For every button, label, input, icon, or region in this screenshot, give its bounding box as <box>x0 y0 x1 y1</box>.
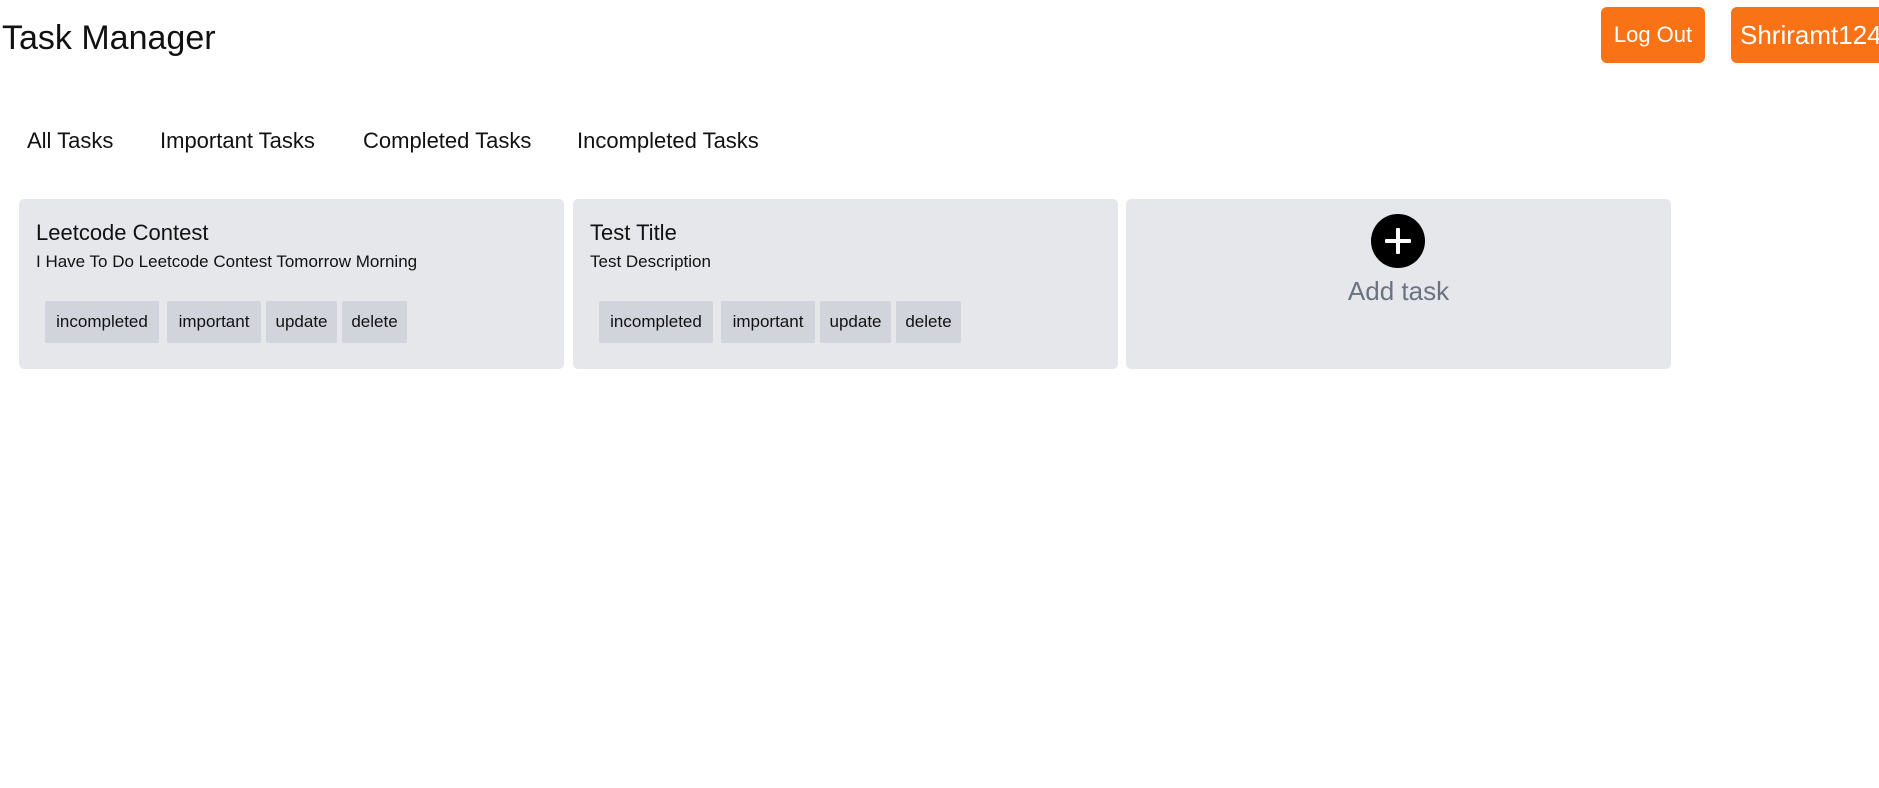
update-button[interactable]: update <box>820 301 891 343</box>
task-card: Leetcode Contest I Have To Do Leetcode C… <box>19 199 564 369</box>
task-description: Test Description <box>590 252 711 271</box>
plus-circle-icon[interactable] <box>1371 214 1425 268</box>
delete-button[interactable]: delete <box>896 301 961 343</box>
tab-incompleted-tasks[interactable]: Incompleted Tasks <box>577 125 759 157</box>
delete-button[interactable]: delete <box>342 301 407 343</box>
tab-completed-tasks[interactable]: Completed Tasks <box>363 125 531 157</box>
app-title: Task Manager <box>2 19 216 57</box>
status-toggle-button[interactable]: incompleted <box>599 301 713 343</box>
logout-button[interactable]: Log Out <box>1601 7 1705 63</box>
task-title: Test Title <box>590 220 677 245</box>
important-button[interactable]: important <box>167 301 261 343</box>
status-toggle-button[interactable]: incompleted <box>45 301 159 343</box>
task-description: I Have To Do Leetcode Contest Tomorrow M… <box>36 252 418 271</box>
tab-all-tasks[interactable]: All Tasks <box>27 125 113 157</box>
user-profile-button[interactable]: Shriramt124 <box>1731 7 1879 63</box>
add-task-card[interactable]: Add task <box>1126 199 1671 369</box>
update-button[interactable]: update <box>266 301 337 343</box>
tab-important-tasks[interactable]: Important Tasks <box>160 125 315 157</box>
important-button[interactable]: important <box>721 301 815 343</box>
task-card: Test Title Test Description incompleted … <box>573 199 1118 369</box>
task-title: Leetcode Contest <box>36 220 209 245</box>
add-task-label[interactable]: Add task <box>1126 275 1671 307</box>
